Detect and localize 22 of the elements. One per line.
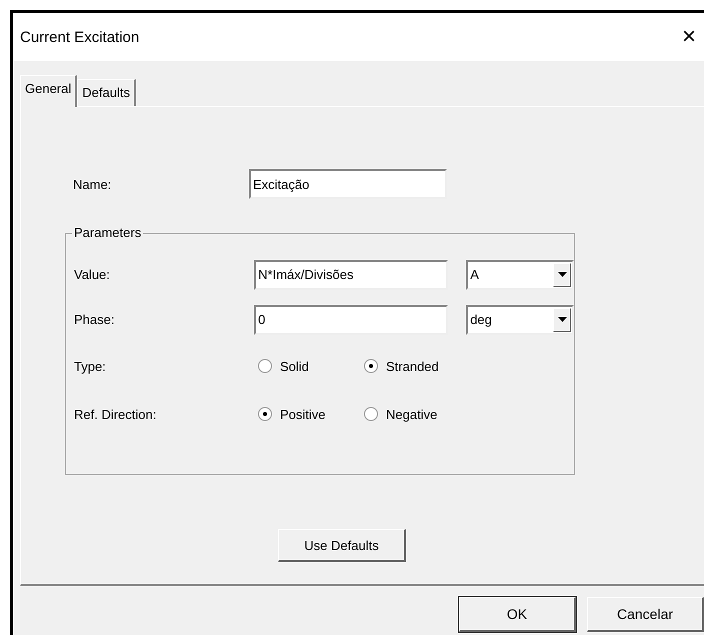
input-field[interactable]: 0	[254, 304, 448, 334]
radio-button[interactable]: Stranded	[364, 358, 470, 374]
unit-dropdown[interactable]: A	[466, 260, 574, 290]
input-field[interactable]: N*Imáx/Divisões	[254, 260, 448, 290]
tab[interactable]: General	[20, 75, 78, 107]
field-label: Name:	[73, 176, 112, 192]
radio-button[interactable]: Solid	[258, 358, 364, 374]
field-label: Value:	[74, 267, 111, 282]
group-title: Parameters	[72, 225, 144, 240]
dialog-button[interactable]: Cancelar	[587, 597, 704, 632]
use-defaults-button[interactable]: Use Defaults	[278, 529, 406, 562]
tab[interactable]: Defaults	[77, 79, 136, 106]
dialog-button[interactable]: OK	[459, 597, 576, 632]
field-label: Phase:	[74, 312, 116, 327]
unit-dropdown[interactable]: deg	[466, 304, 574, 334]
field-label: Ref. Direction:	[74, 406, 158, 422]
field-label: Type:	[74, 358, 107, 374]
window-title: Current Excitation	[20, 28, 140, 46]
close-icon[interactable]: ×	[682, 25, 696, 49]
name-field[interactable]: Excitação	[249, 169, 447, 199]
radio-button[interactable]: Negative	[364, 406, 470, 422]
radio-button[interactable]: Positive	[258, 406, 364, 422]
